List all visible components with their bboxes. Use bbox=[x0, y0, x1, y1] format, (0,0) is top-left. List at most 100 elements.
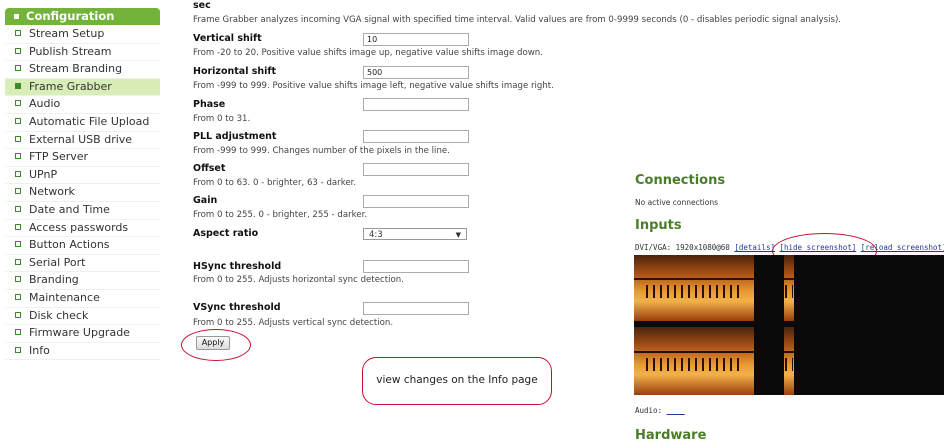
pll-adjustment-input[interactable] bbox=[363, 130, 469, 143]
aspect-ratio-value: 4:3 bbox=[369, 230, 383, 240]
sidebar-item-label: External USB drive bbox=[29, 132, 133, 146]
phase-input[interactable] bbox=[363, 98, 469, 111]
sidebar-item-label: Branding bbox=[29, 273, 79, 287]
sidebar-item-disk-check[interactable]: Disk check bbox=[5, 308, 160, 326]
details-link[interactable]: [details] bbox=[734, 243, 775, 252]
sidebar-item-label: Frame Grabber bbox=[29, 79, 112, 93]
input-screenshot bbox=[634, 255, 944, 395]
sidebar-item-serial-port[interactable]: Serial Port bbox=[5, 255, 160, 273]
sidebar-item-firmware-upgrade[interactable]: Firmware Upgrade bbox=[5, 325, 160, 343]
square-bullet-icon bbox=[15, 30, 21, 36]
square-bullet-icon bbox=[15, 170, 21, 177]
square-bullet-icon bbox=[15, 135, 21, 142]
sidebar-item-label: Button Actions bbox=[29, 238, 110, 252]
audio-label: Audio: bbox=[635, 406, 663, 415]
connections-heading: Connections bbox=[635, 173, 726, 188]
square-bullet-icon bbox=[14, 14, 19, 19]
screenshot-pane bbox=[784, 255, 794, 321]
gain-hint: From 0 to 255. 0 - brighter, 255 - darke… bbox=[193, 210, 368, 220]
vertical-shift-label: Vertical shift bbox=[193, 33, 262, 44]
sidebar-header-configuration[interactable]: Configuration bbox=[5, 8, 160, 25]
phase-hint: From 0 to 31. bbox=[193, 114, 251, 124]
sidebar-item-info[interactable]: Info bbox=[5, 343, 160, 361]
aspect-ratio-select[interactable]: 4:3 ▼ bbox=[363, 228, 467, 240]
screenshot-pane bbox=[634, 255, 754, 321]
hsync-threshold-input[interactable] bbox=[363, 260, 469, 273]
sidebar-item-access-passwords[interactable]: Access passwords bbox=[5, 220, 160, 238]
square-bullet-icon bbox=[15, 188, 21, 195]
vsync-threshold-input[interactable] bbox=[363, 302, 469, 315]
sidebar-item-automatic-file-upload[interactable]: Automatic File Upload bbox=[5, 114, 160, 132]
square-bullet-icon bbox=[15, 65, 21, 72]
square-bullet-icon bbox=[15, 82, 21, 89]
square-bullet-icon bbox=[15, 329, 21, 336]
reload-screenshot-link[interactable]: [reload screenshot] bbox=[861, 243, 944, 252]
screenshot-pane bbox=[634, 327, 754, 395]
hsync-threshold-hint: From 0 to 255. Adjusts horizontal sync d… bbox=[193, 275, 404, 285]
sidebar-item-label: Firmware Upgrade bbox=[29, 326, 130, 340]
sidebar-item-label: Stream Branding bbox=[29, 62, 123, 76]
sidebar-item-branding[interactable]: Branding bbox=[5, 272, 160, 290]
gain-label: Gain bbox=[193, 195, 218, 206]
sidebar-item-label: Network bbox=[29, 185, 75, 199]
square-bullet-icon bbox=[15, 205, 21, 212]
sidebar-item-button-actions[interactable]: Button Actions bbox=[5, 237, 160, 255]
sidebar-item-label: UPnP bbox=[29, 167, 58, 181]
sidebar-item-external-usb-drive[interactable]: External USB drive bbox=[5, 132, 160, 150]
horizontal-shift-input[interactable]: 500 bbox=[363, 66, 469, 79]
offset-hint: From 0 to 63. 0 - brighter, 63 - darker. bbox=[193, 178, 357, 188]
square-bullet-icon bbox=[15, 47, 21, 54]
pll-adjustment-hint: From -999 to 999. Changes number of the … bbox=[193, 146, 450, 156]
square-bullet-icon bbox=[15, 276, 21, 283]
square-bullet-icon bbox=[15, 311, 21, 318]
square-bullet-icon bbox=[15, 100, 21, 107]
sidebar-item-maintenance[interactable]: Maintenance bbox=[5, 290, 160, 308]
sidebar-item-label: Audio bbox=[29, 97, 61, 111]
sidebar-item-label: Publish Stream bbox=[29, 44, 112, 58]
phase-label: Phase bbox=[193, 99, 226, 110]
vsync-threshold-hint: From 0 to 255. Adjusts vertical sync det… bbox=[193, 318, 394, 328]
inputs-heading: Inputs bbox=[635, 218, 682, 233]
sidebar-item-label: Maintenance bbox=[29, 290, 100, 304]
sidebar-item-stream-branding[interactable]: Stream Branding bbox=[5, 61, 160, 79]
square-bullet-icon bbox=[15, 258, 21, 265]
input-info-line: DVI/VGA: 1920x1080@60 [details] [hide sc… bbox=[635, 243, 944, 252]
sidebar-item-publish-stream[interactable]: Publish Stream bbox=[5, 44, 160, 62]
sidebar-item-label: Serial Port bbox=[29, 255, 86, 269]
sidebar-header-label: Configuration bbox=[26, 9, 115, 23]
interval-unit-label: sec bbox=[193, 0, 211, 11]
square-bullet-icon bbox=[15, 293, 21, 300]
square-bullet-icon bbox=[15, 153, 21, 160]
sidebar-item-date-and-time[interactable]: Date and Time bbox=[5, 202, 160, 220]
sidebar-item-label: Date and Time bbox=[29, 202, 110, 216]
interval-hint: Frame Grabber analyzes incoming VGA sign… bbox=[193, 15, 842, 25]
sidebar-item-network[interactable]: Network bbox=[5, 184, 160, 202]
sidebar-menu: Stream Setup Publish Stream Stream Brandin… bbox=[5, 26, 160, 361]
apply-highlight-circle bbox=[181, 329, 251, 361]
sidebar-item-audio[interactable]: Audio bbox=[5, 96, 160, 114]
audio-line: Audio: ____ bbox=[635, 406, 685, 415]
offset-input[interactable] bbox=[363, 163, 469, 176]
sidebar-item-upnp[interactable]: UPnP bbox=[5, 167, 160, 185]
screenshot-pane bbox=[784, 327, 794, 395]
vertical-shift-input[interactable]: 10 bbox=[363, 33, 469, 46]
aspect-ratio-label: Aspect ratio bbox=[193, 228, 259, 239]
square-bullet-icon bbox=[15, 241, 21, 248]
sidebar-item-label: Access passwords bbox=[29, 220, 129, 234]
sidebar-item-label: Disk check bbox=[29, 308, 89, 322]
vsync-threshold-label: VSync threshold bbox=[193, 302, 281, 313]
sidebar-item-frame-grabber[interactable]: Frame Grabber bbox=[5, 78, 160, 97]
gain-input[interactable] bbox=[363, 195, 469, 208]
input-signal-text: DVI/VGA: 1920x1080@60 bbox=[635, 243, 730, 252]
sidebar-item-stream-setup[interactable]: Stream Setup bbox=[5, 26, 160, 44]
connections-status: No active connections bbox=[635, 198, 718, 207]
sidebar-item-ftp-server[interactable]: FTP Server bbox=[5, 149, 160, 167]
dropdown-arrow-icon: ▼ bbox=[455, 231, 461, 239]
hide-screenshot-link[interactable]: [hide screenshot] bbox=[780, 243, 857, 252]
sidebar-item-label: Automatic File Upload bbox=[29, 114, 150, 128]
square-bullet-icon bbox=[15, 223, 21, 230]
sidebar-item-label: FTP Server bbox=[29, 150, 89, 164]
horizontal-shift-label: Horizontal shift bbox=[193, 66, 277, 77]
horizontal-shift-hint: From -999 to 999. Positive value shifts … bbox=[193, 81, 554, 91]
audio-link[interactable]: ____ bbox=[667, 406, 685, 415]
